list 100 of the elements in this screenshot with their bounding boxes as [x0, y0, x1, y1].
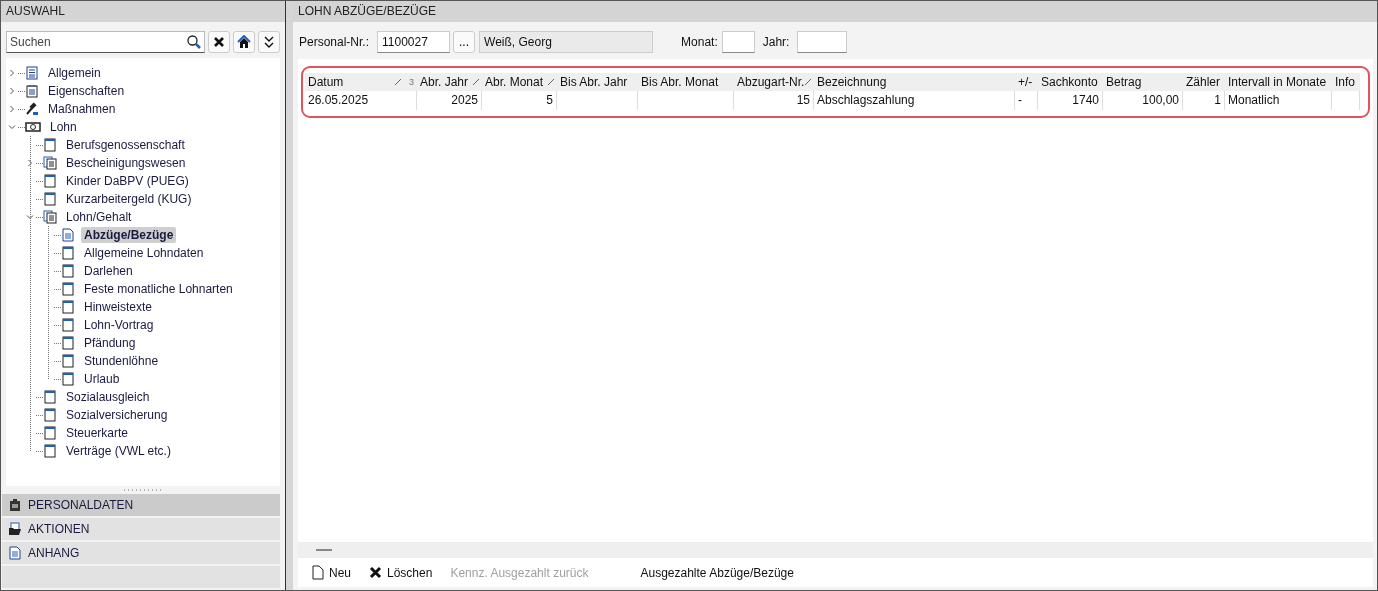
page-icon	[43, 192, 57, 206]
page-icon	[61, 300, 75, 314]
panel-section[interactable]: PERSONALDATEN	[2, 494, 281, 516]
gavel-icon	[25, 102, 39, 116]
tree-item[interactable]: Kurzarbeitergeld (KUG)	[63, 191, 195, 207]
page-icon	[61, 246, 75, 260]
tree-item[interactable]: Lohn-Vortrag	[81, 317, 157, 333]
sort-icon	[473, 79, 479, 85]
chevron-down-icon[interactable]	[26, 213, 34, 221]
sort-icon	[548, 79, 554, 85]
tree-item[interactable]: Maßnahmen	[45, 101, 119, 117]
page-icon	[61, 336, 75, 350]
search-icon	[187, 35, 202, 49]
tree-item[interactable]: Feste monatliche Lohnarten	[81, 281, 236, 297]
page-icon	[43, 408, 57, 422]
column-header[interactable]: Bis Abr. Monat	[638, 73, 734, 91]
page-icon	[43, 174, 57, 188]
clear-button[interactable]	[208, 31, 231, 53]
page-icon	[61, 264, 75, 278]
sort-order: 3	[409, 77, 414, 87]
folder-icon	[8, 522, 22, 536]
chevron-down-icon[interactable]	[8, 123, 16, 131]
page-icon	[61, 318, 75, 332]
clipboard-icon	[8, 498, 22, 512]
field-label: Jahr:	[762, 35, 790, 49]
chevron-right-icon[interactable]	[8, 105, 16, 113]
panel-section[interactable]: ANHANG	[2, 542, 281, 564]
toolbar-button[interactable]: Ausgezahlte Abzüge/Bezüge	[638, 565, 796, 580]
page-icon	[61, 354, 75, 368]
sort-icon	[395, 79, 401, 85]
tree-item[interactable]: Eigenschaften	[45, 83, 128, 99]
table-cell: 15	[734, 91, 814, 110]
personal-number-field[interactable]: 1100027	[377, 31, 451, 53]
tree-item[interactable]: Sozialversicherung	[63, 407, 171, 423]
column-header[interactable]: Betrag	[1103, 73, 1183, 91]
column-header[interactable]: Abzugart-Nr.	[734, 73, 814, 91]
pages-icon	[43, 156, 57, 170]
page-icon	[61, 372, 75, 386]
sort-icon	[805, 79, 811, 85]
home-icon	[237, 35, 252, 49]
expand-all-button[interactable]	[258, 31, 281, 53]
field-label: Monat:	[681, 35, 718, 49]
chevron-right-icon[interactable]	[26, 159, 34, 167]
pages-icon	[43, 210, 57, 224]
tree-item[interactable]: Darlehen	[81, 263, 136, 279]
double-chevron-down-icon	[263, 35, 276, 49]
page-icon	[43, 444, 57, 458]
tree-item[interactable]: Sozialausgleich	[63, 389, 153, 405]
panel-section[interactable]: AKTIONEN	[2, 518, 281, 540]
tree-item[interactable]: Pfändung	[81, 335, 139, 351]
tree-item[interactable]: Berufsgenossenschaft	[63, 137, 188, 153]
tree-item[interactable]: Abzüge/Bezüge	[81, 227, 177, 243]
column-header[interactable]: +/-	[1015, 73, 1038, 91]
table-cell: 5	[482, 91, 557, 110]
tree-item[interactable]: Allgemeine Lohndaten	[81, 245, 207, 261]
close-icon	[213, 36, 226, 48]
tree-item[interactable]: Allgemein	[45, 65, 104, 81]
tree-item[interactable]: Kinder DaBPV (PUEG)	[63, 173, 192, 189]
year-field[interactable]	[797, 31, 848, 53]
tree-item[interactable]: Stundenlöhne	[81, 353, 162, 369]
chevron-right-icon[interactable]	[8, 69, 16, 77]
document-icon	[61, 228, 75, 242]
table-cell: 2025	[417, 91, 482, 110]
home-button[interactable]	[233, 31, 256, 53]
notepad-icon	[25, 84, 39, 98]
toolbar-button[interactable]: Neu	[310, 565, 353, 580]
table-cell: 26.05.2025	[305, 91, 417, 110]
column-header[interactable]: Datum 3	[305, 73, 417, 91]
chevron-right-icon[interactable]	[8, 87, 16, 95]
page-icon	[43, 426, 57, 440]
column-header[interactable]: Intervall in Monate	[1225, 73, 1332, 91]
field-label: Personal-Nr.:	[299, 35, 370, 49]
tree-item[interactable]: Lohn/Gehalt	[63, 209, 135, 225]
table-cell: 1740	[1038, 91, 1103, 110]
page-icon	[43, 390, 57, 404]
column-header[interactable]: Info	[1332, 73, 1360, 91]
table-cell: 1	[1183, 91, 1225, 110]
page-icon	[43, 138, 57, 152]
column-header[interactable]: Bezeichnung	[814, 73, 1015, 91]
document-icon	[8, 546, 22, 560]
browse-button[interactable]: ...	[453, 31, 476, 53]
tree-item[interactable]: Hinweistexte	[81, 299, 156, 315]
column-header[interactable]: Abr. Monat	[482, 73, 557, 91]
table-cell: Monatlich	[1225, 91, 1332, 110]
tree-item[interactable]: Urlaub	[81, 371, 123, 387]
search-field[interactable]: Suchen	[6, 31, 206, 53]
column-header[interactable]: Sachkonto	[1038, 73, 1103, 91]
tree-item[interactable]: Steuerkarte	[63, 425, 132, 441]
tree-item[interactable]: Lohn	[47, 119, 80, 135]
tree-item[interactable]: Verträge (VWL etc.)	[63, 443, 174, 459]
toolbar-button[interactable]: Löschen	[367, 565, 435, 580]
page-icon	[61, 282, 75, 296]
column-header[interactable]: Zähler	[1183, 73, 1225, 91]
tree-item[interactable]: Bescheinigungswesen	[63, 155, 189, 171]
column-header[interactable]: Bis Abr. Jahr	[557, 73, 638, 91]
month-field[interactable]	[721, 31, 755, 53]
panel-title: LOHN ABZÜGE/BEZÜGE	[293, 1, 1377, 22]
column-header[interactable]: Abr. Jahr	[417, 73, 482, 91]
close-icon	[369, 566, 382, 579]
panel-title: AUSWAHL	[1, 1, 286, 22]
